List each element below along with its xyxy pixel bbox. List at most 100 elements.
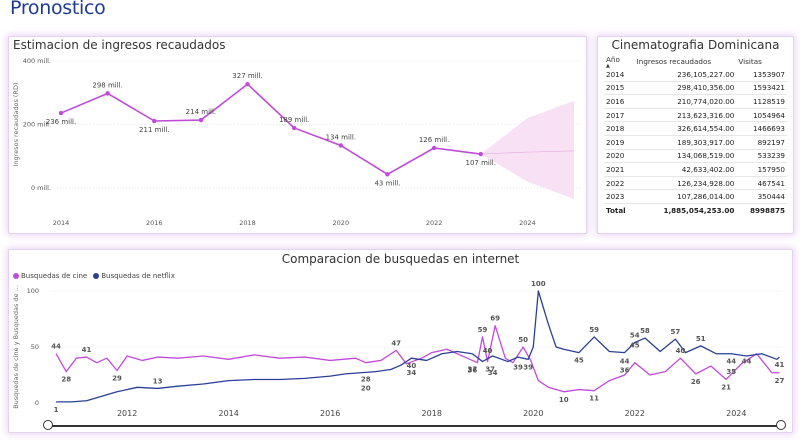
revenue-data-label: 107 mill. — [465, 159, 495, 167]
cine-data-label: 41 — [82, 346, 92, 354]
revenue-point — [245, 81, 250, 87]
x-tick-label: 2024 — [519, 219, 536, 227]
table-row[interactable]: 2021 42,633,402.00 157950 — [604, 162, 787, 177]
cell-visits: 467541 — [736, 176, 787, 191]
table-row[interactable]: 2017 213,623,316.00 1054964 — [604, 108, 787, 123]
netflix-data-label: 57 — [671, 328, 681, 336]
table-row[interactable]: 2016 210,774,020.00 1128519 — [604, 94, 787, 109]
cell-visits: 8998875 — [736, 202, 787, 217]
x-tick-label: 2018 — [239, 219, 256, 227]
cell-revenue: 134,068,519.00 — [634, 149, 737, 164]
x-tick-label: 2018 — [422, 409, 442, 418]
table-row[interactable]: 2018 326,614,554.00 1466693 — [604, 121, 787, 136]
cell-revenue: 298,410,356.00 — [634, 81, 737, 96]
cell-year: 2019 — [604, 135, 635, 150]
y-tick-label: 0 mill. — [31, 184, 51, 192]
cell-visits: 1466693 — [736, 121, 787, 136]
table-total-row[interactable]: Total 1,885,054,253.00 8998875 — [604, 202, 787, 217]
cine-data-label: 10 — [559, 396, 569, 404]
cell-revenue: 213,623,316.00 — [634, 108, 737, 123]
netflix-data-label: 1 — [54, 406, 59, 414]
cine-data-label: 40 — [483, 347, 493, 355]
cine-data-label: 35 — [726, 368, 736, 376]
column-header-revenue[interactable]: Ingresos recaudados — [635, 55, 737, 68]
cine-data-label: 59 — [478, 326, 488, 334]
column-header-visits[interactable]: Visitas — [736, 55, 787, 68]
cine-data-label: 45 — [630, 342, 640, 350]
search-chart: 100 50 0 2012 2014 2016 2018 2020 2022 2024 Busque… — [12, 280, 785, 418]
slider-handle-start[interactable] — [43, 420, 53, 430]
cine-data-label: 29 — [112, 375, 122, 383]
revenue-point — [478, 151, 483, 157]
revenue-data-label: 189 mill. — [279, 116, 309, 124]
cine-data-label: 47 — [391, 339, 401, 347]
table-row[interactable]: 2020 134,068,519.00 533239 — [604, 149, 787, 164]
cine-data-label: 40 — [676, 347, 686, 355]
cine-data-label: 21 — [721, 383, 731, 391]
table-row[interactable]: 2015 298,410,356.00 1593421 — [604, 81, 787, 96]
revenue-data-label: 298 mill. — [92, 81, 122, 89]
y-axis-label: Ingresos recaudados (RD) — [12, 83, 20, 167]
cell-revenue: 326,614,554.00 — [634, 121, 737, 136]
netflix-data-label: 28 — [361, 376, 371, 384]
x-tick-label: 2016 — [146, 219, 163, 227]
revenue-point — [385, 172, 390, 177]
cell-year: Total — [604, 202, 635, 217]
cell-visits: 350444 — [736, 189, 787, 204]
cinema-table: Año ▲ Ingresos recaudados Visitas 2014 236… — [604, 55, 787, 217]
revenue-data-label: 236 mill. — [46, 118, 76, 126]
search-chart-card[interactable]: Comparacion de busquedas en internet Bus… — [8, 249, 793, 433]
netflix-data-label: 100 — [531, 280, 546, 288]
cell-year: 2015 — [604, 81, 635, 96]
x-tick-label: 2022 — [625, 409, 645, 418]
x-tick-label: 2016 — [320, 409, 340, 418]
revenue-data-label: 126 mill. — [419, 136, 449, 144]
slider-handle-end[interactable] — [776, 420, 786, 430]
cinema-table-card[interactable]: Cinematografia Dominicana Año ▲ Ingresos … — [597, 36, 794, 234]
cell-year: 2017 — [604, 108, 635, 123]
table-row[interactable]: 2014 236,105,227.00 1353907 — [604, 68, 787, 82]
column-header-year[interactable]: Año ▲ — [604, 55, 635, 69]
time-range-slider[interactable] — [47, 425, 780, 427]
netflix-data-label: 13 — [153, 377, 163, 385]
cine-data-label: 11 — [589, 395, 599, 403]
cell-visits: 1128519 — [736, 94, 787, 109]
revenue-data-label: 43 mill. — [374, 179, 400, 187]
cell-visits: 1593421 — [736, 81, 787, 96]
netflix-data-label: 39 — [523, 363, 533, 371]
cine-data-label: 36 — [620, 367, 630, 375]
table-row[interactable]: 2023 107,286,014.00 350444 — [604, 189, 787, 204]
cell-visits: 533239 — [736, 149, 787, 164]
cell-visits: 1054964 — [736, 108, 787, 123]
netflix-data-label: 44 — [620, 358, 630, 366]
revenue-point — [431, 145, 437, 151]
cell-revenue: 189,303,917.00 — [634, 135, 737, 150]
cell-revenue: 1,885,054,253.00 — [634, 202, 737, 217]
x-tick-label: 2014 — [218, 409, 238, 418]
cine-data-label: 28 — [61, 376, 71, 384]
x-tick-label: 2020 — [333, 219, 350, 227]
cine-data-label: 26 — [691, 378, 701, 386]
cine-data-label: 27 — [775, 377, 785, 385]
cell-year: 2014 — [604, 68, 635, 82]
revenue-data-label: 134 mill. — [326, 133, 356, 141]
table-title: Cinematografia Dominicana — [611, 38, 780, 52]
netflix-data-label: 51 — [696, 335, 706, 343]
table-row[interactable]: 2019 189,303,917.00 892197 — [604, 135, 787, 150]
revenue-data-label: 211 mill. — [139, 126, 169, 134]
cine-data-label: 44 — [51, 343, 61, 351]
revenue-point — [105, 91, 110, 96]
cell-revenue: 236,105,227.00 — [634, 68, 737, 82]
x-tick-label: 2020 — [523, 409, 543, 418]
y-axis-label: Busquedas de cine y Busquedas de ... — [12, 285, 20, 409]
cell-visits: 1353907 — [736, 68, 787, 82]
netflix-line — [56, 290, 780, 403]
cell-revenue: 210,774,020.00 — [634, 94, 737, 109]
table-row[interactable]: 2022 126,234,928.00 467541 — [604, 176, 787, 191]
revenue-point — [198, 117, 204, 123]
revenue-chart-card[interactable]: Estimacion de ingresos recaudados 400 mi… — [8, 36, 587, 234]
netflix-data-label: 36 — [467, 367, 477, 375]
netflix-data-label: 54 — [630, 332, 640, 340]
cell-year: 2020 — [604, 149, 635, 164]
y-tick-label: 50 — [31, 343, 39, 351]
